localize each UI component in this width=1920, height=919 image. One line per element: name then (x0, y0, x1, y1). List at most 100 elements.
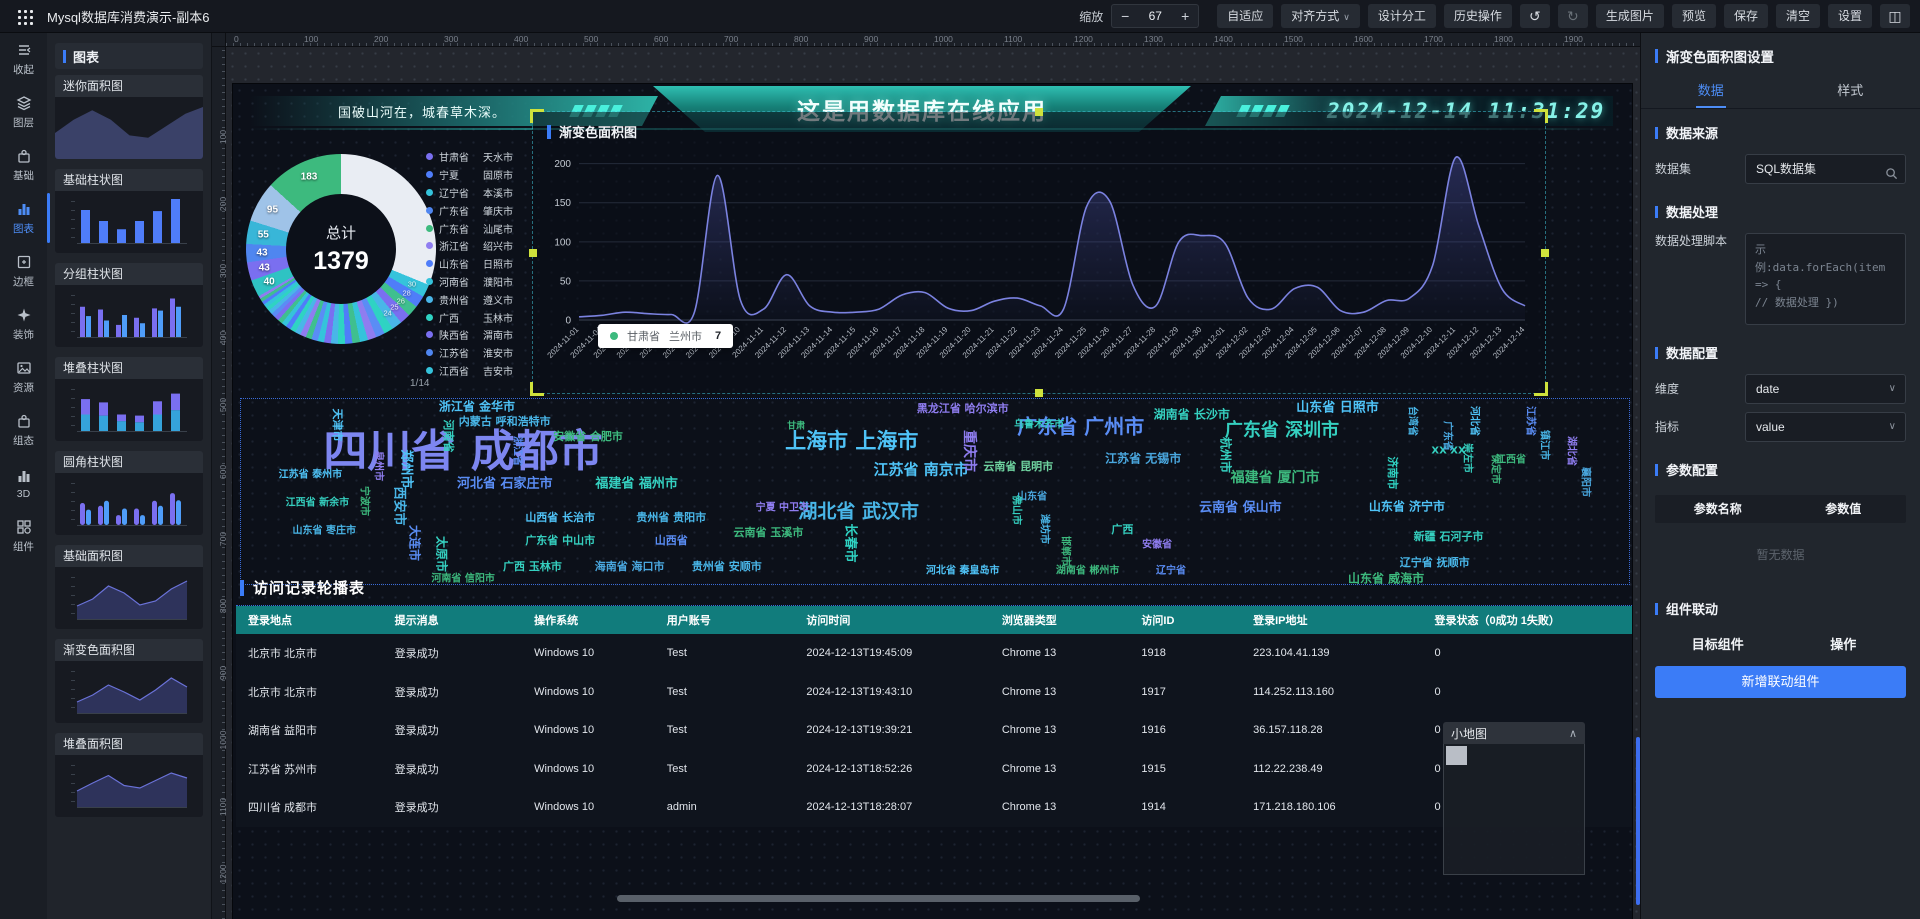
wordcloud-word[interactable]: 邯郸市 (1059, 536, 1074, 566)
wordcloud-component[interactable]: 四川省 成都市上海市 上海市广东省 广州市广东省 深圳市湖北省 武汉市江苏省 南… (240, 398, 1630, 585)
collapse-panel-button[interactable]: ◫ (1880, 4, 1910, 28)
horizontal-scrollbar[interactable] (617, 895, 1140, 902)
legend-item[interactable]: 广东省肇庆市 (426, 201, 532, 219)
table-row[interactable]: 湖南省 益阳市登录成功Windows 10Test2024-12-13T19:3… (236, 711, 1632, 750)
chart-card-area-mini[interactable]: 迷你面积图 (55, 75, 203, 159)
legend-item[interactable]: 辽宁省本溪市 (426, 184, 532, 202)
chart-card-thumbnail[interactable] (55, 567, 203, 629)
chart-card-line-area[interactable]: 基础面积图 (55, 545, 203, 629)
wordcloud-word[interactable]: 湖北省 (1566, 436, 1581, 466)
wordcloud-word[interactable]: 江苏省 (1524, 406, 1539, 436)
metric-select[interactable]: value ∨ (1745, 412, 1906, 442)
history-button[interactable]: 历史操作 (1444, 4, 1512, 28)
wordcloud-word[interactable]: 天津市 (330, 408, 346, 441)
legend-item[interactable]: 河南省濮阳市 (426, 273, 532, 291)
design-canvas[interactable]: 0100200300400500600700800900100011001200… (212, 33, 1640, 919)
sidebar-item-decorations[interactable]: 装饰 (0, 298, 47, 351)
legend-item[interactable]: 广西玉林市 (426, 308, 532, 326)
legend-item[interactable]: 甘肃省天水市 (426, 148, 532, 166)
chart-card-thumbnail[interactable] (55, 97, 203, 159)
tab-style[interactable]: 样式 (1781, 75, 1920, 108)
chart-card-bars[interactable]: 基础柱状图 (55, 169, 203, 253)
wordcloud-word[interactable]: 广东省 中山市 (525, 532, 595, 548)
wordcloud-word[interactable]: 广东省 (1441, 421, 1456, 451)
wordcloud-word[interactable]: 江苏省 无锡市 (1105, 450, 1181, 467)
sidebar-item-widgets[interactable]: 组件 (0, 510, 47, 563)
sidebar-item-basic[interactable]: 基础 (0, 139, 47, 192)
wordcloud-word[interactable]: 黑龙江省 哈尔滨市 (917, 400, 1009, 416)
wordcloud-word[interactable]: 安徽省 合肥市 (553, 428, 623, 444)
table-row[interactable]: 北京市 北京市登录成功Windows 10Test2024-12-13T19:4… (236, 673, 1632, 712)
wordcloud-word[interactable]: 保定市 (1490, 454, 1505, 484)
save-button[interactable]: 保存 (1724, 4, 1768, 28)
selection-handle[interactable] (1035, 108, 1043, 116)
minimap-header[interactable]: 小地图 ∧ (1443, 722, 1585, 744)
legend-item[interactable]: 贵州省遵义市 (426, 290, 532, 308)
selection-handle[interactable] (529, 249, 537, 257)
legend-item[interactable]: 浙江省绍兴市 (426, 237, 532, 255)
wordcloud-word[interactable]: 甘肃 (787, 418, 805, 431)
chart-card-grouped[interactable]: 分组柱状图 (55, 263, 203, 347)
tab-data[interactable]: 数据 (1641, 75, 1781, 108)
wordcloud-word[interactable]: 大连市 (406, 525, 423, 561)
gradient-area-chart-component[interactable]: 渐变色面积图 0501001502002024-11-012024-11-042… (533, 112, 1545, 393)
app-grid-icon[interactable] (18, 10, 21, 13)
wordcloud-word[interactable]: 云南省 昆明市 (983, 458, 1053, 474)
sidebar-item-borders[interactable]: 边框 (0, 245, 47, 298)
chart-card-thumbnail[interactable] (55, 755, 203, 817)
wordcloud-word[interactable]: 江西省 新余市 (286, 493, 349, 508)
wordcloud-word[interactable]: 浙江省 金华市 (439, 398, 515, 415)
wordcloud-word[interactable]: 广西 (1111, 521, 1133, 537)
sidebar-item-charts[interactable]: 图表 (0, 192, 47, 245)
wordcloud-word[interactable]: 长春市 (842, 524, 861, 563)
chart-card-thumbnail[interactable] (55, 285, 203, 347)
selection-corner[interactable] (1534, 109, 1548, 123)
wordcloud-word[interactable]: 太原市 (434, 536, 451, 572)
dashboard-board[interactable]: 国破山河在，城春草木深。 这是用数据库在线应用 2024-12-14 11:31… (233, 84, 1632, 919)
redo-button[interactable]: ↻ (1558, 4, 1588, 28)
minimap-viewport-box[interactable] (1446, 746, 1467, 765)
chart-card-line-area[interactable]: 渐变色面积图 (55, 639, 203, 723)
chevron-up-icon[interactable]: ∧ (1569, 727, 1577, 740)
search-icon[interactable] (1885, 162, 1898, 190)
selection-handle[interactable] (1035, 389, 1043, 397)
table-row[interactable]: 北京市 北京市登录成功Windows 10Test2024-12-13T19:4… (236, 634, 1632, 673)
wordcloud-word[interactable]: 辽宁省 抚顺市 (1400, 554, 1470, 570)
wordcloud-word[interactable]: 台湾省 (1406, 406, 1421, 436)
chart-card-thumbnail[interactable] (55, 473, 203, 535)
wordcloud-word[interactable]: 广东省 深圳市 (1225, 416, 1339, 442)
sidebar-item-3d[interactable]: 3D (0, 457, 47, 510)
legend-item[interactable]: 江苏省淮安市 (426, 344, 532, 362)
selection-corner[interactable] (530, 109, 544, 123)
fit-button[interactable]: 自适应 (1217, 4, 1273, 28)
wordcloud-word[interactable]: 宁波市 (358, 486, 373, 516)
chart-card-thumbnail[interactable] (55, 661, 203, 723)
wordcloud-word[interactable]: 安徽省 (1142, 536, 1172, 551)
clear-button[interactable]: 清空 (1776, 4, 1820, 28)
wordcloud-word[interactable]: 泉州市 (372, 451, 387, 481)
wordcloud-word[interactable]: 江苏省 泰州市 (279, 466, 342, 481)
legend-item[interactable]: 广东省汕尾市 (426, 219, 532, 237)
generate-image-button[interactable]: 生成图片 (1596, 4, 1664, 28)
wordcloud-word[interactable]: 济南市 (1385, 457, 1401, 490)
legend-item[interactable]: 陕西省渭南市 (426, 326, 532, 344)
wordcloud-word[interactable]: 山西省 (655, 532, 688, 548)
add-link-button[interactable]: 新增联动组件 (1655, 666, 1906, 698)
visit-log-table-component[interactable]: 访问记录轮播表 登录地点提示消息操作系统用户账号访问时间浏览器类型访问ID登录I… (236, 572, 1632, 827)
zoom-in-button[interactable]: + (1172, 5, 1198, 27)
legend-item[interactable]: 山东省日照市 (426, 255, 532, 273)
wordcloud-word[interactable]: 福建省 福州市 (595, 473, 678, 492)
settings-button[interactable]: 设置 (1828, 4, 1872, 28)
wordcloud-word[interactable]: 云南省 玉溪市 (734, 524, 804, 540)
wordcloud-word[interactable]: 山东省 枣庄市 (293, 521, 356, 536)
wordcloud-word[interactable]: 崇左市 (1462, 443, 1477, 473)
align-button[interactable]: 对齐方式∨ (1281, 4, 1360, 28)
chart-card-stacked[interactable]: 堆叠柱状图 (55, 357, 203, 441)
wordcloud-word[interactable]: 河北省 (1469, 406, 1484, 436)
wordcloud-word[interactable]: 内蒙古 呼和浩特市 (459, 413, 551, 429)
wordcloud-word[interactable]: 江苏省 南京市 (873, 459, 968, 480)
selection-corner[interactable] (1534, 382, 1548, 396)
dimension-select[interactable]: date ∨ (1745, 374, 1906, 404)
wordcloud-word[interactable]: 湖北省 武汉市 (798, 497, 919, 524)
wordcloud-word[interactable]: 乌鲁木齐市 (1014, 416, 1064, 431)
